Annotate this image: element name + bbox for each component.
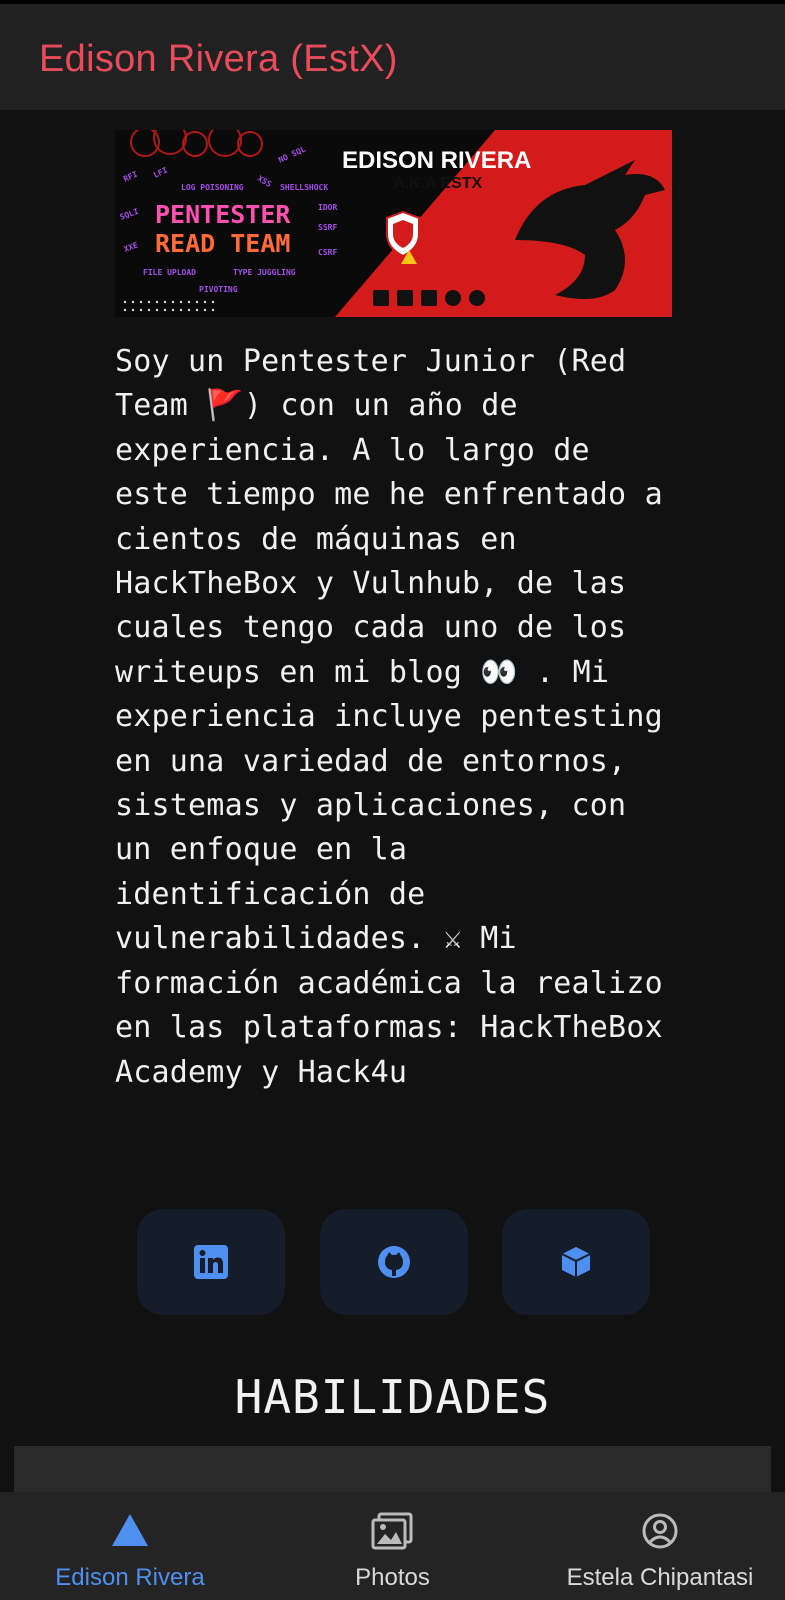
svg-text:SHELLSHOCK: SHELLSHOCK: [280, 183, 328, 192]
profile-banner: RFI LFI LOG POISONING XSS NO SQL SQLI SH…: [115, 130, 672, 317]
triangle-icon: [112, 1514, 148, 1546]
linkedin-button[interactable]: [137, 1209, 285, 1315]
nav-item-estela-chipantasi[interactable]: Estela Chipantasi: [545, 1492, 775, 1600]
account-icon: [642, 1513, 678, 1549]
svg-text:PENTESTER: PENTESTER: [155, 200, 291, 229]
banner-image: RFI LFI LOG POISONING XSS NO SQL SQLI SH…: [115, 130, 672, 317]
svg-text:FILE UPLOAD: FILE UPLOAD: [143, 268, 196, 277]
svg-text:EDISON RIVERA: EDISON RIVERA: [342, 147, 531, 174]
svg-text:IDOR: IDOR: [318, 203, 337, 212]
bottom-navigation: Edison Rivera Photos Estela Chipantasi: [0, 1492, 785, 1600]
skills-heading: HABILIDADES: [234, 1370, 551, 1424]
nav-label: Estela Chipantasi: [566, 1564, 754, 1591]
svg-text:CSRF: CSRF: [318, 248, 337, 257]
nav-item-photos[interactable]: Photos: [330, 1492, 455, 1600]
svg-text:READ TEAM: READ TEAM: [155, 229, 290, 258]
nav-item-edison-rivera[interactable]: Edison Rivera: [35, 1492, 225, 1600]
github-icon: [378, 1246, 410, 1278]
nav-label: Photos: [355, 1564, 430, 1591]
github-button[interactable]: [320, 1209, 468, 1315]
app-bar: Edison Rivera (EstX): [0, 4, 785, 110]
bio-text: Soy un Pentester Junior (Red Team 🚩) con…: [115, 344, 663, 1090]
linkedin-icon: [194, 1245, 228, 1279]
svg-text:TYPE JUGGLING: TYPE JUGGLING: [233, 268, 296, 277]
app-title: Edison Rivera (EstX): [39, 38, 398, 80]
svg-text:PIVOTING: PIVOTING: [199, 285, 238, 294]
nav-label: Edison Rivera: [55, 1564, 205, 1591]
hackthebox-icon: [561, 1247, 591, 1277]
hackthebox-button[interactable]: [502, 1209, 650, 1315]
svg-text:SSRF: SSRF: [318, 223, 337, 232]
photos-icon: [371, 1512, 413, 1550]
svg-text:A.K.A ESTX: A.K.A ESTX: [393, 175, 483, 192]
svg-text:LOG POISONING: LOG POISONING: [181, 183, 244, 192]
